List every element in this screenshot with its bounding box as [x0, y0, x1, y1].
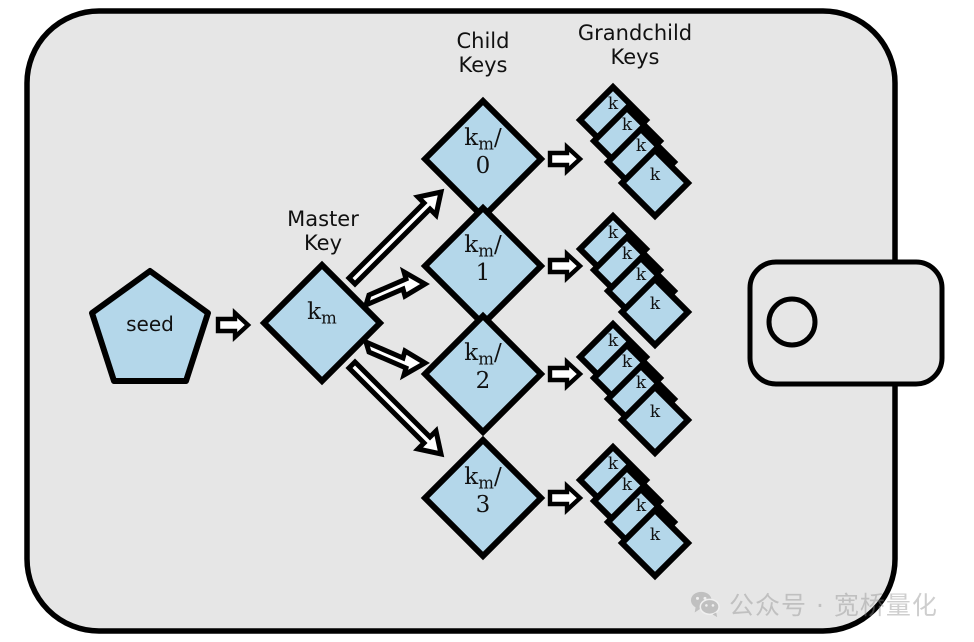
hd-wallet-key-derivation-diagram [24, 8, 945, 634]
side-panel-knob-circle [766, 296, 818, 348]
side-panel-shape [747, 259, 945, 387]
diagram-canvas: Child Keys Grandchild Keys Master Key se… [0, 0, 974, 642]
